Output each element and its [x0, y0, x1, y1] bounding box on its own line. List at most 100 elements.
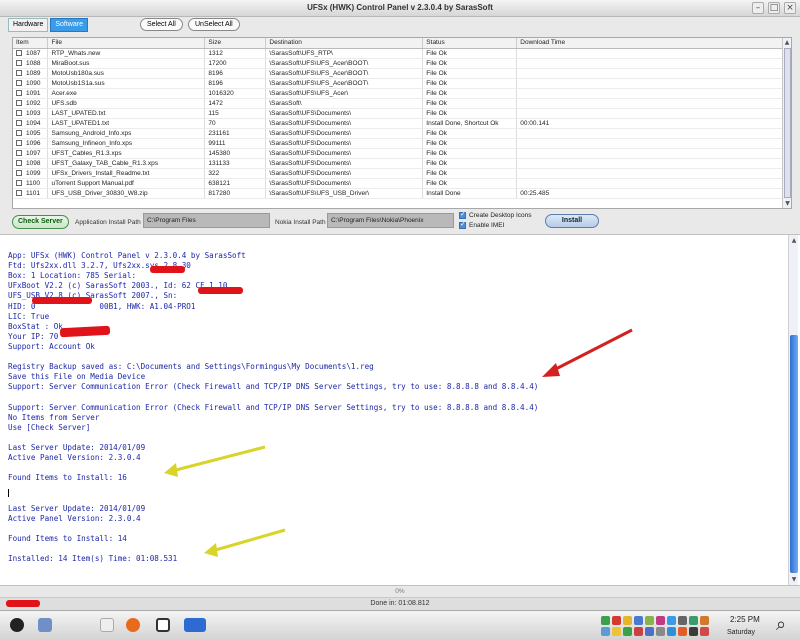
log-scrollbar[interactable]: ▲ ▼: [788, 235, 798, 585]
table-row[interactable]: 1091 Acer.exe 1016320 \SarasSoft\UFS\UFS_Ac…: [13, 88, 783, 99]
column-header-item[interactable]: Item: [13, 38, 49, 49]
table-row[interactable]: 1098 UFST_Galaxy_TAB_Cable_R1.3.xps 131133…: [13, 158, 783, 169]
search-icon[interactable]: ⌕: [776, 614, 786, 635]
table-row[interactable]: 1101 UFS_USB_Driver_30830_W8.zip 817280 \Sa…: [13, 188, 783, 199]
table-row[interactable]: 1096 Samsung_Infineon_Info.xps 99111 \Saras…: [13, 138, 783, 149]
photo-icon[interactable]: [156, 618, 170, 632]
apple-menu-icon[interactable]: [10, 618, 24, 632]
tray-icon[interactable]: [645, 616, 654, 625]
enable-imei-checkbox[interactable]: Enable IMEI: [459, 220, 504, 229]
status-cell: File Ok: [422, 98, 518, 109]
table-row[interactable]: 1095 Samsung_Android_Info.xps 231161 \Saras…: [13, 128, 783, 139]
tab-software[interactable]: Software: [50, 18, 88, 32]
destination-cell: \SarasSoft\UFS\Documents\: [265, 108, 424, 119]
tray-icon[interactable]: [612, 627, 621, 636]
tray-icon[interactable]: [656, 627, 665, 636]
table-row[interactable]: 1094 LAST_UPATED1.txt 70 \SarasSoft\UFS\Doc…: [13, 118, 783, 129]
select-all-button[interactable]: Select All: [140, 18, 183, 31]
table-row[interactable]: 1099 UFSx_Drivers_Install_Readme.txt 322 \S…: [13, 168, 783, 179]
unselect-all-button[interactable]: UnSelect All: [188, 18, 240, 31]
scroll-up-icon[interactable]: ▲: [789, 237, 799, 244]
size-cell: 70: [204, 118, 267, 129]
column-header-destination[interactable]: Destination: [265, 38, 424, 49]
row-checkbox[interactable]: [16, 59, 22, 66]
item-cell: 1087: [13, 48, 49, 59]
table-row[interactable]: 1087 RTP_Whats.new 1312 \SarasSoft\UFS_RTP\…: [13, 48, 783, 59]
active-app-icon[interactable]: [184, 618, 206, 632]
scroll-thumb[interactable]: [784, 48, 791, 198]
row-checkbox[interactable]: [16, 139, 22, 146]
checkbox-checked-icon: [459, 220, 466, 229]
tray-icon[interactable]: [601, 627, 610, 636]
row-checkbox[interactable]: [16, 149, 22, 156]
tab-hardware[interactable]: Hardware: [8, 18, 49, 32]
scroll-down-icon[interactable]: ▼: [789, 576, 799, 583]
tray-icon[interactable]: [667, 616, 676, 625]
table-row[interactable]: 1089 MotoUsb180a.sus 8196 \SarasSoft\UFS\UF…: [13, 68, 783, 79]
scroll-thumb[interactable]: [790, 335, 798, 573]
row-checkbox[interactable]: [16, 189, 22, 196]
column-header-file[interactable]: File: [47, 38, 206, 49]
row-checkbox[interactable]: [16, 69, 22, 76]
row-checkbox[interactable]: [16, 49, 22, 56]
tray-icon[interactable]: [623, 616, 632, 625]
row-checkbox[interactable]: [16, 129, 22, 136]
app-install-path-field[interactable]: C:\Program Files: [143, 213, 270, 228]
scroll-up-icon[interactable]: ▲: [783, 38, 791, 47]
tray-icon[interactable]: [612, 616, 621, 625]
install-button[interactable]: Install: [545, 214, 599, 228]
row-checkbox[interactable]: [16, 79, 22, 86]
browser-icon[interactable]: [100, 618, 114, 632]
tray-icon[interactable]: [656, 616, 665, 625]
column-header-size[interactable]: Size: [204, 38, 267, 49]
firefox-icon[interactable]: [126, 618, 140, 632]
row-checkbox[interactable]: [16, 159, 22, 166]
row-checkbox[interactable]: [16, 109, 22, 116]
documents-icon[interactable]: [38, 618, 52, 632]
column-header-download-time[interactable]: Download Time: [516, 38, 783, 49]
file-cell: UFS.sdb: [47, 98, 206, 109]
maximize-icon[interactable]: □: [768, 2, 780, 14]
tray-icon[interactable]: [700, 616, 709, 625]
table-row[interactable]: 1092 UFS.sdb 1472 \SarasSoft\ File Ok: [13, 98, 783, 109]
table-row[interactable]: 1093 LAST_UPATED.txt 115 \SarasSoft\UFS\Doc…: [13, 108, 783, 119]
check-server-button[interactable]: Check Server: [12, 215, 69, 229]
nokia-install-path-field[interactable]: C:\Program Files\Nokia\Phoenix: [327, 213, 454, 228]
tray-icon[interactable]: [667, 627, 676, 636]
item-number: 1087: [26, 49, 41, 57]
table-scrollbar[interactable]: ▲ ▼: [782, 38, 791, 208]
tray-icon[interactable]: [634, 616, 643, 625]
table-header-row: Item File Size Destination Status Downlo…: [13, 38, 783, 49]
file-cell: UFSx_Drivers_Install_Readme.txt: [47, 168, 206, 179]
create-desktop-icons-checkbox[interactable]: Create Desktop Icons: [459, 210, 532, 219]
tray-icon[interactable]: [634, 627, 643, 636]
tray-icon[interactable]: [623, 627, 632, 636]
tray-icon[interactable]: [700, 627, 709, 636]
table-row[interactable]: 1090 MotoUsb1S1a.sus 8196 \SarasSoft\UFS\UF…: [13, 78, 783, 89]
row-checkbox[interactable]: [16, 179, 22, 186]
status-cell: File Ok: [422, 178, 518, 189]
row-checkbox[interactable]: [16, 99, 22, 106]
destination-cell: \SarasSoft\UFS\UFS_Acer\BOOT\: [265, 58, 424, 69]
status-bar: Done in: 01:08.812: [0, 598, 800, 610]
tray-icon[interactable]: [689, 627, 698, 636]
clock-time[interactable]: 2:25 PM: [730, 615, 760, 624]
table-row[interactable]: 1097 UFST_Cables_R1.3.xps 145380 \SarasSoft…: [13, 148, 783, 159]
row-checkbox[interactable]: [16, 119, 22, 126]
minimize-icon[interactable]: –: [752, 2, 764, 14]
table-row[interactable]: 1100 uTorrent Support Manual.pdf 638121 \Sa…: [13, 178, 783, 189]
scroll-down-icon[interactable]: ▼: [783, 199, 791, 208]
item-cell: 1099: [13, 168, 49, 179]
table-row[interactable]: 1088 MiraBoot.sus 17200 \SarasSoft\UFS\UFS_…: [13, 58, 783, 69]
tray-icon[interactable]: [678, 627, 687, 636]
row-checkbox[interactable]: [16, 89, 22, 96]
tray-icon[interactable]: [645, 627, 654, 636]
row-checkbox[interactable]: [16, 169, 22, 176]
column-header-status[interactable]: Status: [422, 38, 518, 49]
file-cell: MotoUsb180a.sus: [47, 68, 206, 79]
tray-icon[interactable]: [601, 616, 610, 625]
file-cell: UFST_Cables_R1.3.xps: [47, 148, 206, 159]
tray-icon[interactable]: [689, 616, 698, 625]
close-icon[interactable]: ×: [784, 2, 796, 14]
tray-icon[interactable]: [678, 616, 687, 625]
